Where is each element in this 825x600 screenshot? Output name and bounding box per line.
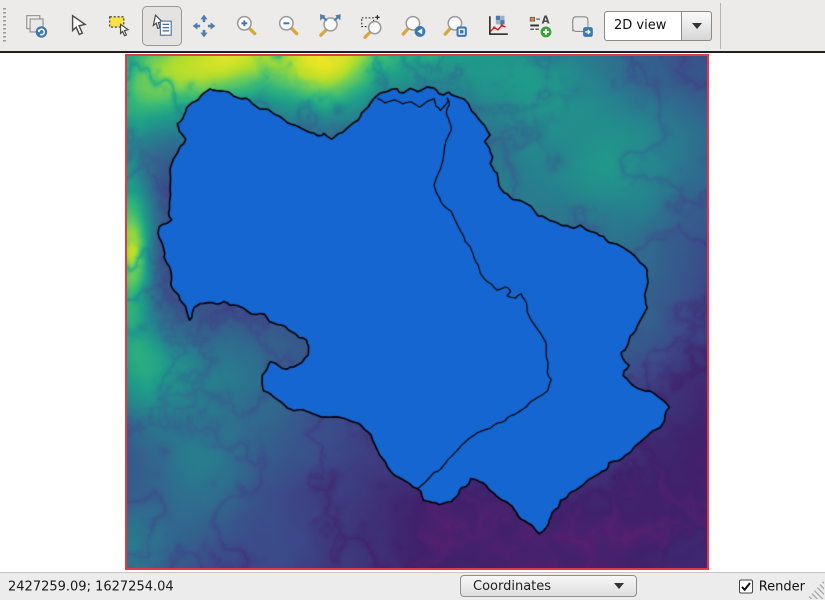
toolbar-separator xyxy=(720,3,721,49)
chevron-down-icon xyxy=(614,583,624,589)
view-mode-value: 2D view xyxy=(614,18,666,33)
pointer-icon xyxy=(65,13,91,39)
render-checkbox-text: Render xyxy=(759,579,805,594)
view-mode-dropdown-button[interactable] xyxy=(682,11,712,41)
add-overlay-icon: A xyxy=(527,13,553,39)
zoom-extent-icon xyxy=(317,13,343,39)
statusbar-mode-select[interactable]: Coordinates xyxy=(460,575,637,597)
pan-icon xyxy=(191,13,217,39)
add-overlay-button[interactable]: A xyxy=(520,6,560,46)
query-button[interactable] xyxy=(142,6,182,46)
render-checkbox-label[interactable]: Render xyxy=(739,579,805,594)
zoom-region-icon xyxy=(359,13,385,39)
select-icon xyxy=(107,13,133,39)
view-mode-select[interactable]: 2D view xyxy=(604,11,712,41)
pan-button[interactable] xyxy=(184,6,224,46)
toolbar-gripper[interactable] xyxy=(3,8,6,44)
render-checkbox[interactable] xyxy=(739,580,753,594)
map-canvas[interactable] xyxy=(125,54,709,570)
zoom-back-icon xyxy=(401,13,427,39)
zoom-options-icon xyxy=(443,13,469,39)
resize-grip[interactable] xyxy=(807,580,824,599)
redraw-icon xyxy=(23,13,49,39)
zoom-in-icon xyxy=(233,13,259,39)
toolbar: A 2D view xyxy=(0,0,825,53)
coordinates-readout: 2427259.09; 1627254.04 xyxy=(8,579,174,594)
check-icon xyxy=(740,581,752,593)
zoom-options-button[interactable] xyxy=(436,6,476,46)
status-bar: 2427259.09; 1627254.04 Coordinates Rende… xyxy=(0,572,825,600)
render-display-button[interactable] xyxy=(16,6,56,46)
save-display-button[interactable] xyxy=(562,6,602,46)
zoom-out-button[interactable] xyxy=(268,6,308,46)
map-display-window: A 2D view 2427259.09 xyxy=(0,0,825,600)
analyze-icon xyxy=(485,13,511,39)
map-display-area[interactable] xyxy=(0,53,825,572)
analyze-button[interactable] xyxy=(478,6,518,46)
select-button[interactable] xyxy=(100,6,140,46)
zoom-in-button[interactable] xyxy=(226,6,266,46)
zoom-region-button[interactable] xyxy=(352,6,392,46)
view-mode-field[interactable]: 2D view xyxy=(604,11,682,41)
zoom-out-icon xyxy=(275,13,301,39)
save-display-icon xyxy=(569,13,595,39)
svg-text:A: A xyxy=(542,14,550,26)
statusbar-mode-value: Coordinates xyxy=(473,579,551,594)
pointer-button[interactable] xyxy=(58,6,98,46)
query-icon xyxy=(149,13,175,39)
zoom-extent-button[interactable] xyxy=(310,6,350,46)
chevron-down-icon xyxy=(692,23,702,29)
zoom-back-button[interactable] xyxy=(394,6,434,46)
